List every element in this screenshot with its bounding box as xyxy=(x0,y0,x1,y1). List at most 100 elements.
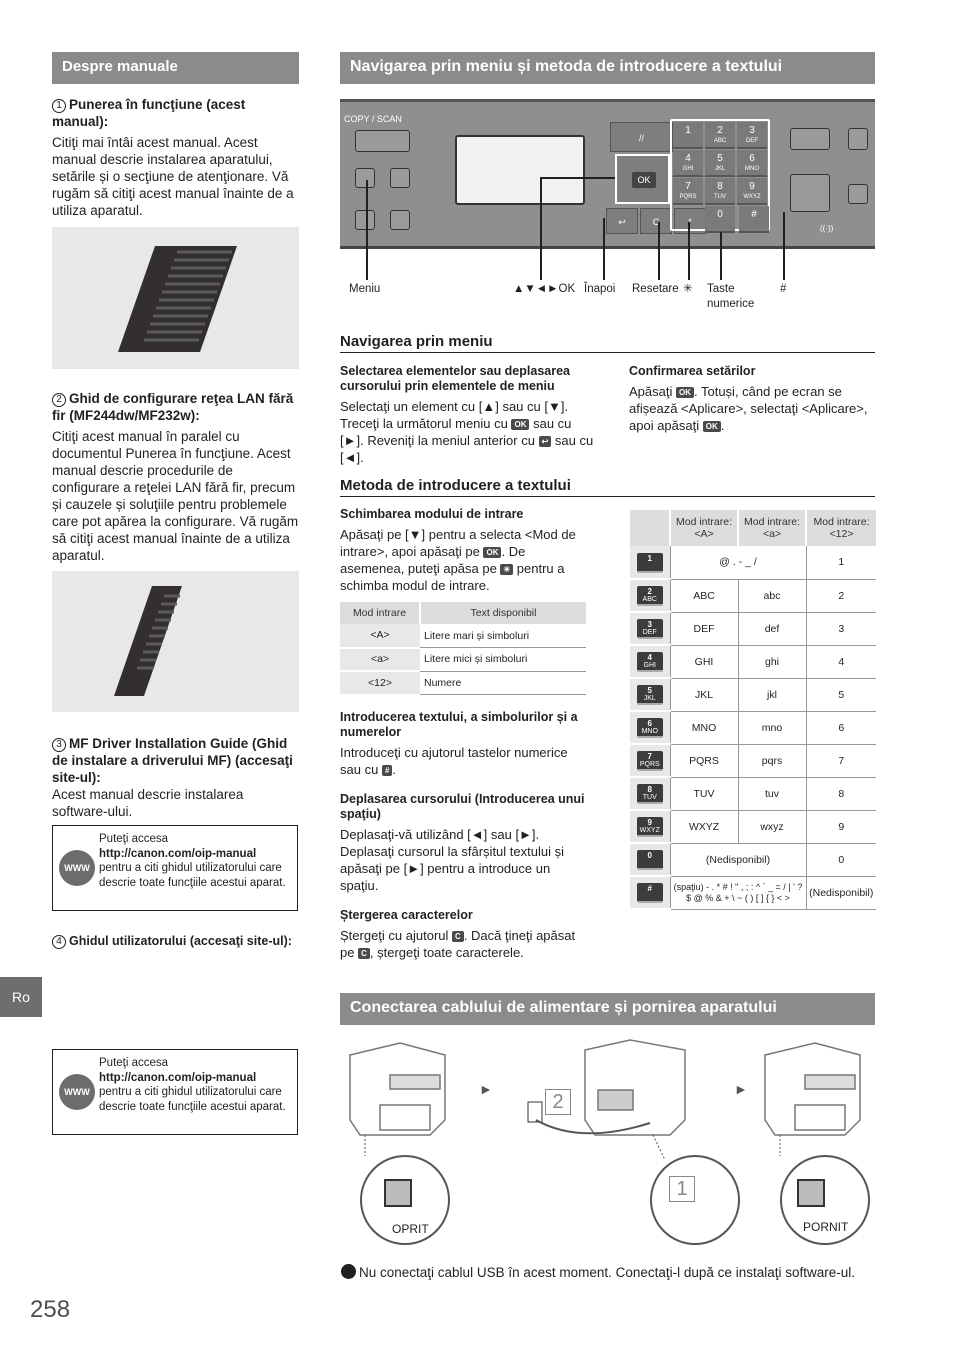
key-cell: 9 WXYZ xyxy=(630,810,670,844)
start-button[interactable] xyxy=(790,174,830,212)
manual-item-body: Citiţi mai întâi acest manual. Acest man… xyxy=(52,135,294,218)
table-row: 6 MNO MNO mno 6 xyxy=(630,711,876,745)
character-table: Mod intrare: <A> Mod intrare: <a> Mod in… xyxy=(630,510,876,910)
scan-button[interactable] xyxy=(390,210,410,230)
page-number: 258 xyxy=(30,1296,71,1323)
char-cell: 6 xyxy=(805,711,876,745)
table-row: 4 GHI GHI ghi 4 xyxy=(630,645,876,679)
numeric-key[interactable]: 6 MNO xyxy=(737,150,767,177)
keypad-key-icon: 8 TUV xyxy=(636,783,663,804)
language-tab: Ro xyxy=(0,977,42,1017)
keypad-key-icon: 2 ABC xyxy=(636,585,663,606)
www-info-box: WWW Puteţi accesa http://canon.com/oip-m… xyxy=(52,825,298,911)
char-cell: 5 xyxy=(805,678,876,712)
booklet-icon xyxy=(114,586,182,696)
table-row: 9 WXYZ WXYZ wxyz 9 xyxy=(630,810,876,844)
menu-button[interactable] xyxy=(355,168,375,188)
power-off-label: OPRIT xyxy=(392,1222,429,1236)
numeric-key[interactable]: 3 DEF xyxy=(737,122,767,149)
numeric-key[interactable]: 2 ABC xyxy=(705,122,735,149)
callout-line xyxy=(688,222,690,280)
callout-line xyxy=(540,178,542,280)
booklet-icon xyxy=(118,246,237,352)
section-header-navigation: Navigarea prin meniu și metoda de introd… xyxy=(340,52,875,84)
table-row: 1 @ . - _ /1 xyxy=(630,546,876,580)
section-header-manuals: Despre manuale xyxy=(52,52,299,84)
copy-scan-button[interactable] xyxy=(355,130,410,152)
numeric-key[interactable]: 8 TUV xyxy=(705,178,735,205)
wlan-guide-image xyxy=(52,571,299,712)
control-panel-diagram: COPY / SCAN // OK ↩ C * 1 2 ABC 3 DEF 4 GHI… xyxy=(340,99,875,249)
char-cell: 2 xyxy=(805,579,876,613)
back-key[interactable]: ↩ xyxy=(606,208,638,234)
key-cell: 4 GHI xyxy=(630,645,670,679)
key-cell: 6 MNO xyxy=(630,711,670,745)
stop-hand-icon xyxy=(341,1264,356,1279)
table-row: # (spaţiu) - . * # ! " , ; : ^ ` _ = / | … xyxy=(630,876,876,910)
char-cell: abc xyxy=(737,579,806,613)
char-cell: wxyz xyxy=(737,810,806,844)
ok-key[interactable]: OK xyxy=(632,172,656,188)
manual-url-link[interactable]: http://canon.com/oip-manual xyxy=(99,1071,289,1086)
table-row: 7 PQRS PQRS pqrs 7 xyxy=(630,744,876,778)
menu-nav-title: Navigarea prin meniu xyxy=(340,333,875,353)
status-monitor-button[interactable] xyxy=(390,168,410,188)
char-cell: ABC xyxy=(669,579,738,613)
confirm-settings-block: Confirmarea setărilor Apăsaţi OK. Totuși… xyxy=(629,364,868,433)
keypad-key-icon: 3 DEF xyxy=(636,618,663,639)
manual-item-1: 1 Punerea în funcţiune (acest manual): Ci… xyxy=(52,96,302,219)
ok-key-icon: OK xyxy=(483,547,502,558)
key-cell: # xyxy=(630,876,670,910)
printer-off-icon xyxy=(349,1042,446,1136)
power-button-icon xyxy=(797,1179,825,1207)
www-globe-icon: WWW xyxy=(59,850,95,886)
key-cell: 8 TUV xyxy=(630,777,670,811)
stop-button[interactable] xyxy=(790,128,830,150)
manual-item-4: 4 Ghidul utilizatorului (accesaţi site-ul… xyxy=(52,934,312,949)
move-cursor-block: Deplasarea cursorului (Introducerea unui… xyxy=(340,792,585,893)
dpad[interactable]: OK xyxy=(615,154,670,204)
step-arrow-icon: ► xyxy=(479,1081,493,1097)
char-cell: jkl xyxy=(737,678,806,712)
back-key-icon: ↩ xyxy=(538,436,552,447)
char-cell: (spaţiu) - . * # ! " , ; : ^ ` _ = / | '… xyxy=(669,876,806,910)
hash-key[interactable]: # xyxy=(739,206,769,233)
char-cell: 7 xyxy=(805,744,876,778)
callout-back: Înapoi xyxy=(584,283,616,295)
table-row: 0 (Nedisponibil) 0 xyxy=(630,843,876,877)
callout-star: ✳ xyxy=(683,283,693,295)
table-row: 2 ABC ABC abc 2 xyxy=(630,579,876,613)
manual-book-image xyxy=(52,227,299,369)
manual-item-3: 3 MF Driver Installation Guide (Ghid de i… xyxy=(52,735,302,820)
manual-item-body: Acest manual descrie instalarea software… xyxy=(52,787,244,819)
clear-key[interactable]: C xyxy=(640,208,672,234)
wifi-button[interactable] xyxy=(848,184,868,204)
energy-saver-button[interactable] xyxy=(848,128,868,150)
char-cell: 9 xyxy=(805,810,876,844)
input-mode-table: Mod intrare Text disponibil <A> Litere m… xyxy=(340,602,586,696)
numeric-key[interactable]: 1 xyxy=(673,122,703,149)
callout-line xyxy=(366,180,368,280)
callout-arrows-ok: ▲▼◄►OK xyxy=(513,283,576,295)
numeric-key[interactable]: 4 GHI xyxy=(673,150,703,177)
char-cell: 1 xyxy=(805,546,876,580)
numeric-key[interactable]: 5 JKL xyxy=(705,150,735,177)
ok-key-icon: OK xyxy=(702,421,721,432)
id-copy-button[interactable] xyxy=(355,210,375,230)
select-elements-block: Selectarea elementelor sau deplasarea cu… xyxy=(340,364,594,465)
numeric-key[interactable]: 9 WXYZ xyxy=(737,178,767,205)
ok-key-icon: OK xyxy=(676,387,694,398)
numeric-key[interactable]: 0 xyxy=(705,206,735,233)
numeric-key[interactable]: 7 PQRS xyxy=(673,178,703,205)
char-cell: DEF xyxy=(669,612,738,646)
keypad-key-icon: 7 PQRS xyxy=(636,750,663,771)
reset-key[interactable]: // xyxy=(610,122,673,152)
manual-url-link[interactable]: http://canon.com/oip-manual xyxy=(99,847,289,862)
char-cell: WXYZ xyxy=(669,810,738,844)
table-header-row: Mod intrare Text disponibil xyxy=(340,602,586,624)
clear-key-icon: C xyxy=(452,931,464,942)
keypad-key-icon: 4 GHI xyxy=(636,651,663,672)
key-cell: 1 xyxy=(630,546,670,580)
delete-chars-block: Ștergerea caracterelor Ștergeţi cu ajuto… xyxy=(340,908,576,960)
manual-item-title: 1 Punerea în funcţiune (acest manual): xyxy=(52,97,246,129)
